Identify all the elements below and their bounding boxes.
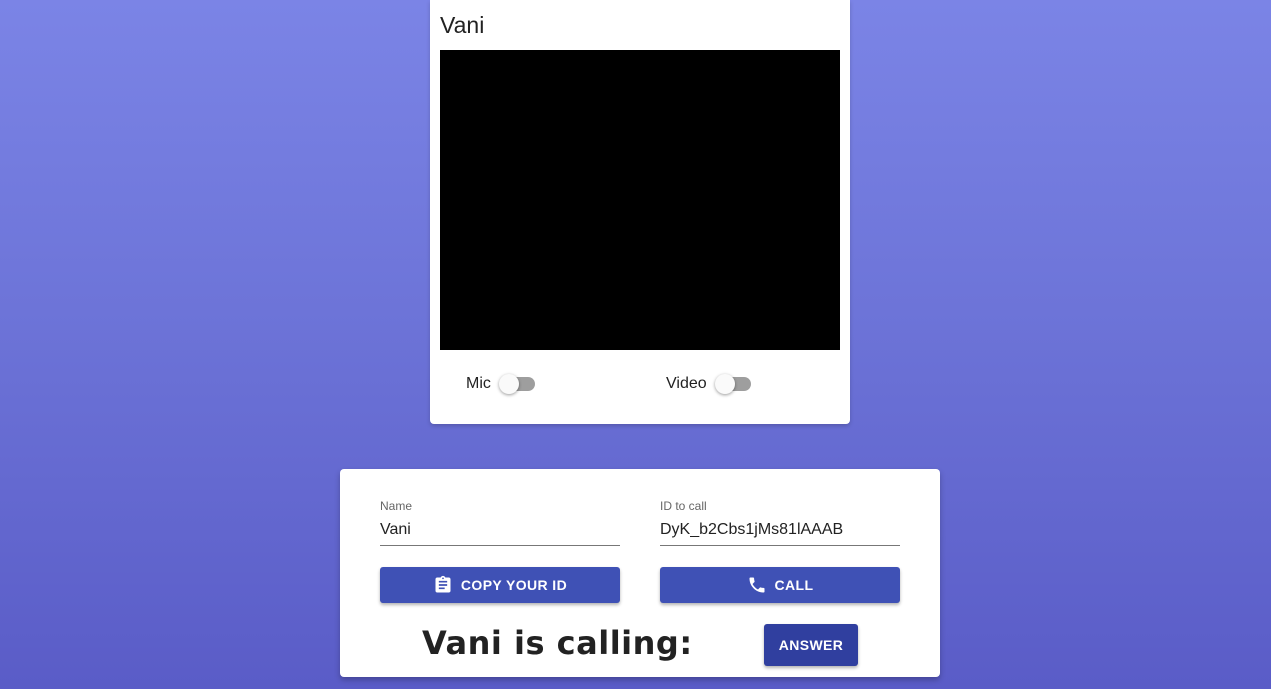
mic-switch[interactable]	[498, 373, 537, 395]
video-label: Video	[666, 375, 707, 392]
mic-toggle-row: Mic	[466, 373, 537, 395]
video-title: Vani	[440, 12, 485, 38]
answer-button[interactable]: ANSWER	[764, 624, 858, 666]
id-to-call-label: ID to call	[660, 499, 707, 513]
incoming-call-text: Vani is calling:	[422, 624, 693, 662]
video-switch[interactable]	[714, 373, 753, 395]
name-label: Name	[380, 499, 413, 513]
control-card: Name ID to call COPY YOUR ID CALL Vani i…	[340, 469, 940, 677]
phone-icon	[747, 575, 767, 595]
copy-id-label: COPY YOUR ID	[460, 577, 568, 593]
copy-id-button[interactable]: COPY YOUR ID	[380, 567, 620, 603]
video-card: Vani Mic Video	[430, 0, 850, 424]
name-field: Name	[380, 499, 620, 546]
video-switch-thumb	[714, 374, 735, 394]
clipboard-icon	[433, 575, 453, 595]
mic-label: Mic	[466, 375, 491, 392]
video-display	[440, 50, 840, 350]
id-to-call-field: ID to call	[660, 499, 900, 546]
call-button[interactable]: CALL	[660, 567, 900, 603]
id-to-call-input[interactable]	[660, 521, 900, 546]
mic-switch-thumb	[498, 374, 519, 394]
answer-label: ANSWER	[778, 637, 844, 653]
call-label: CALL	[774, 577, 814, 593]
name-input[interactable]	[380, 521, 620, 546]
video-toggle-row: Video	[666, 373, 753, 395]
